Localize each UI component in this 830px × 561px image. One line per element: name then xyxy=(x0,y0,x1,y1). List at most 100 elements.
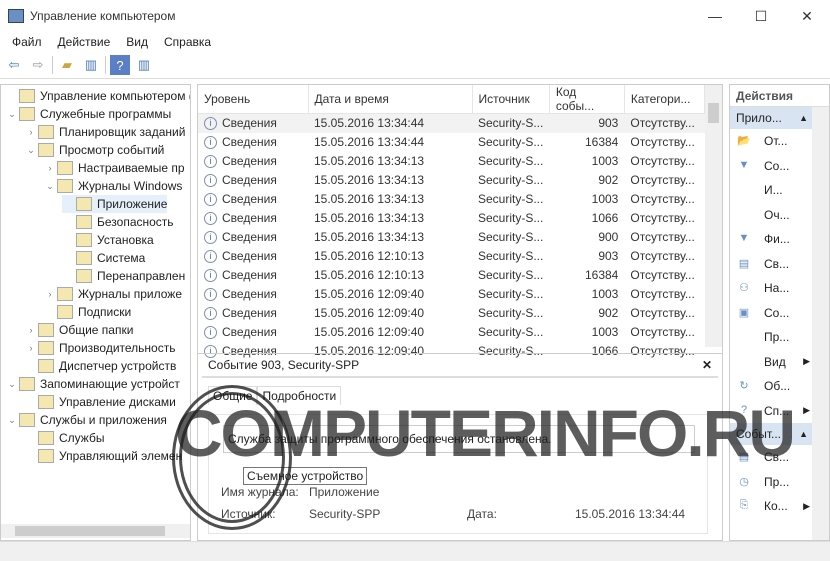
up-folder-icon[interactable]: ▰ xyxy=(57,55,77,75)
action-item[interactable]: ▤ Св... xyxy=(730,445,812,470)
tree-item[interactable]: ⌄ Журналы Windows xyxy=(43,177,182,195)
menu-view[interactable]: Вид xyxy=(118,35,156,49)
expand-icon[interactable]: › xyxy=(24,127,38,137)
expand-icon[interactable]: › xyxy=(43,163,57,173)
table-row[interactable]: i Сведения 15.05.2016 13:34:44 Security-S..… xyxy=(198,113,705,133)
tree-item[interactable]: › Журналы приложе xyxy=(43,285,182,303)
menu-action[interactable]: Действие xyxy=(50,35,119,49)
column-datetime[interactable]: Дата и время xyxy=(308,85,473,114)
actions-section-event[interactable]: Событ... ▲ xyxy=(730,423,812,445)
tab-general[interactable]: Общие xyxy=(208,386,258,405)
tree-item[interactable]: ⌄ Службы и приложения xyxy=(5,411,167,429)
back-icon[interactable]: ⇦ xyxy=(4,55,24,75)
tree-item[interactable]: ⌄ Запоминающие устройст xyxy=(5,375,180,393)
tree-item[interactable]: Управление компьютером (л xyxy=(5,87,190,105)
table-row[interactable]: i Сведения 15.05.2016 12:10:13 Security-S..… xyxy=(198,266,705,285)
tree-item[interactable]: Подписки xyxy=(43,303,131,321)
cell: Отсутству... xyxy=(624,113,705,133)
table-row[interactable]: i Сведения 15.05.2016 13:34:13 Security-S..… xyxy=(198,209,705,228)
tree-item[interactable]: ⌄ Служебные программы xyxy=(5,105,171,123)
action-item[interactable]: 📂 От... xyxy=(730,129,812,154)
minimize-button[interactable]: — xyxy=(692,0,738,32)
column-source[interactable]: Источник xyxy=(472,85,550,114)
tree-item[interactable]: Управление дисками xyxy=(24,393,176,411)
tree-item[interactable]: › Планировщик заданий xyxy=(24,123,185,141)
action-item[interactable]: ◷ Пр... xyxy=(730,470,812,495)
actions-scrollbar[interactable] xyxy=(812,107,829,540)
action-item[interactable]: ⎘ Ко... ▶ xyxy=(730,494,812,519)
tree-item[interactable]: Управляющий элемен xyxy=(24,447,182,465)
tree-item[interactable]: Установка xyxy=(62,231,154,249)
menu-help[interactable]: Справка xyxy=(156,35,219,49)
node-icon xyxy=(19,377,35,391)
node-icon xyxy=(57,287,73,301)
tree-horizontal-scrollbar[interactable] xyxy=(1,524,190,538)
action-icon xyxy=(736,355,752,369)
column-event-id[interactable]: Код собы... xyxy=(549,85,625,114)
table-row[interactable]: i Сведения 15.05.2016 12:09:40 Security-S..… xyxy=(198,323,705,342)
action-label: От... xyxy=(764,134,788,149)
column-level[interactable]: Уровень xyxy=(198,85,309,114)
tree-item[interactable]: Система xyxy=(62,249,145,267)
tree-item[interactable]: Приложение xyxy=(62,195,168,213)
expand-icon[interactable]: ⌄ xyxy=(5,109,19,120)
tree-item[interactable]: › Общие папки xyxy=(24,321,133,339)
menu-file[interactable]: Файл xyxy=(4,35,50,49)
table-row[interactable]: i Сведения 15.05.2016 13:34:13 Security-S..… xyxy=(198,190,705,209)
show-hide-tree-icon[interactable]: ▥ xyxy=(81,55,101,75)
table-row[interactable]: i Сведения 15.05.2016 12:09:40 Security-S..… xyxy=(198,304,705,323)
action-item[interactable]: ? Сп... ▶ xyxy=(730,399,812,424)
expand-icon[interactable]: ⌄ xyxy=(5,379,19,390)
event-list-pane: Уровень Дата и время Источник Код собы..… xyxy=(197,84,723,541)
tree-item[interactable]: Безопасность xyxy=(62,213,174,231)
tree-item[interactable]: ⌄ Просмотр событий xyxy=(24,141,164,159)
action-item[interactable]: Вид ▶ xyxy=(730,350,812,375)
divider xyxy=(105,56,106,74)
table-row[interactable]: i Сведения 15.05.2016 13:34:13 Security-S..… xyxy=(198,171,705,190)
table-row[interactable]: i Сведения 15.05.2016 12:09:40 Security-S..… xyxy=(198,285,705,304)
tree-item[interactable]: Диспетчер устройств xyxy=(24,357,176,375)
expand-icon[interactable]: ⌄ xyxy=(24,145,38,156)
close-button[interactable]: ✕ xyxy=(784,0,830,32)
actions-header: Действия xyxy=(730,85,829,107)
forward-icon[interactable]: ⇨ xyxy=(28,55,48,75)
action-item[interactable]: ▼ Со... xyxy=(730,154,812,179)
action-item[interactable]: ▣ Со... xyxy=(730,301,812,326)
tab-details[interactable]: Подробности xyxy=(257,386,342,405)
action-item[interactable]: ↻ Об... xyxy=(730,374,812,399)
action-item[interactable]: ▼ Фи... xyxy=(730,227,812,252)
tree-item[interactable]: Службы xyxy=(24,429,104,447)
expand-icon[interactable]: › xyxy=(24,325,38,335)
tree-item[interactable]: Перенаправлен xyxy=(62,267,185,285)
table-row[interactable]: i Сведения 15.05.2016 13:34:13 Security-S..… xyxy=(198,228,705,247)
action-icon: ▼ xyxy=(738,232,750,245)
table-row[interactable]: i Сведения 15.05.2016 12:10:13 Security-S..… xyxy=(198,247,705,266)
action-label: Ко... xyxy=(764,499,788,514)
expand-icon[interactable]: ⌄ xyxy=(5,415,19,426)
tree-item[interactable]: › Производительность xyxy=(24,339,175,357)
column-category[interactable]: Категори... xyxy=(624,85,706,114)
help-icon[interactable]: ? xyxy=(110,55,130,75)
actions-section-application[interactable]: Прило... ▲ xyxy=(730,107,812,129)
action-item[interactable]: ⚇ На... xyxy=(730,276,812,301)
action-item[interactable]: И... xyxy=(730,178,812,203)
expand-icon[interactable]: ⌄ xyxy=(43,181,57,192)
maximize-button[interactable]: ☐ xyxy=(738,0,784,32)
expand-icon[interactable]: › xyxy=(24,343,38,353)
close-detail-icon[interactable]: ✕ xyxy=(702,358,712,372)
action-item[interactable]: Оч... xyxy=(730,203,812,228)
table-row[interactable]: i Сведения 15.05.2016 13:34:44 Security-S..… xyxy=(198,133,705,152)
table-row[interactable]: i Сведения 15.05.2016 13:34:13 Security-S..… xyxy=(198,152,705,171)
action-item[interactable]: Пр... xyxy=(730,325,812,350)
level-text: Сведения xyxy=(222,324,277,339)
action-icon xyxy=(736,208,752,222)
action-icon: ▤ xyxy=(738,257,750,270)
node-icon xyxy=(76,269,92,283)
show-hide-action-pane-icon[interactable]: ▥ xyxy=(134,55,154,75)
tree-item[interactable]: › Настраиваемые пр xyxy=(43,159,185,177)
computer-management-icon xyxy=(8,9,24,23)
action-item[interactable]: ▤ Св... xyxy=(730,252,812,277)
event-list-scrollbar[interactable] xyxy=(705,85,722,347)
cell: 15.05.2016 13:34:13 xyxy=(314,211,425,225)
expand-icon[interactable]: › xyxy=(43,289,57,299)
